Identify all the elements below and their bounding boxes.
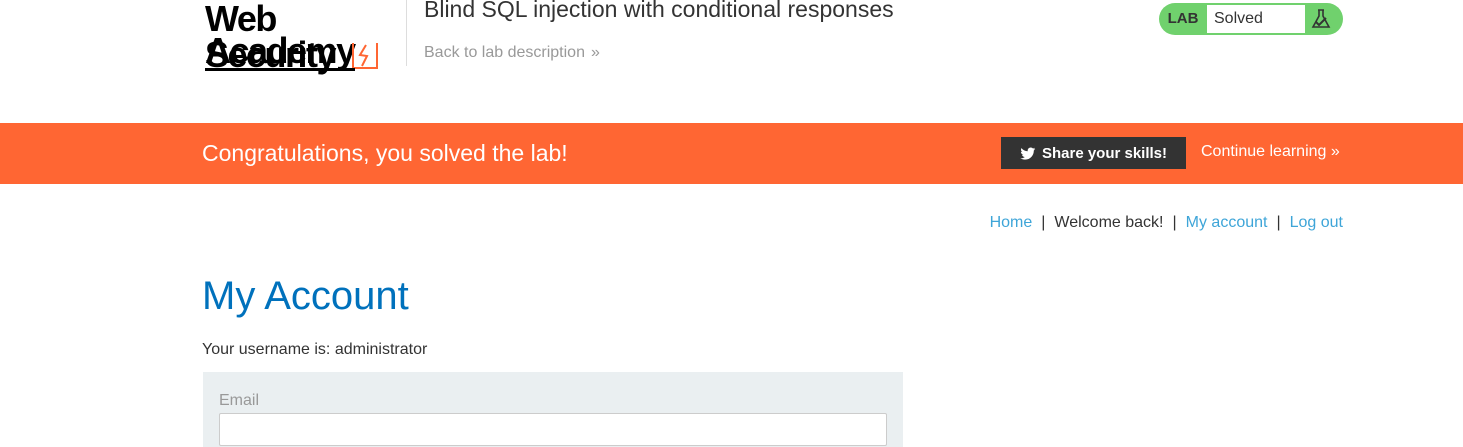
- username-line: Your username is: administrator: [202, 341, 428, 358]
- flask-icon: [1311, 9, 1331, 28]
- lab-status-widget: LAB Solved: [1159, 3, 1343, 35]
- logo-line-2: Academy: [205, 30, 356, 71]
- nav-log-out-link[interactable]: Log out: [1290, 214, 1343, 231]
- back-link-label: Back to lab description: [424, 44, 585, 61]
- double-chevron-right-icon: »: [590, 44, 600, 61]
- lab-status-text: Solved: [1207, 5, 1305, 33]
- share-skills-button[interactable]: Share your skills!: [1001, 137, 1186, 169]
- double-chevron-right-icon: »: [1326, 143, 1340, 160]
- email-input[interactable]: [219, 413, 887, 446]
- header-divider: [406, 0, 407, 66]
- page-title: My Account: [202, 274, 409, 318]
- lab-status-label: LAB: [1167, 10, 1199, 27]
- nav-home-link[interactable]: Home: [990, 214, 1033, 231]
- email-label: Email: [219, 392, 260, 409]
- nav-separator: |: [1172, 214, 1177, 231]
- header: Web Security Academy Blind SQL injection…: [0, 0, 1463, 123]
- back-to-lab-description-link[interactable]: Back to lab description »: [424, 44, 600, 62]
- continue-learning-link[interactable]: Continue learning »: [1201, 143, 1340, 161]
- solved-banner: Congratulations, you solved the lab! Sha…: [0, 123, 1463, 184]
- nav-separator: |: [1276, 214, 1281, 231]
- twitter-icon: [1020, 147, 1036, 160]
- web-security-academy-logo[interactable]: Web Security Academy: [205, 0, 405, 78]
- nav-separator: |: [1041, 214, 1046, 231]
- share-button-label: Share your skills!: [1041, 144, 1168, 162]
- lab-title: Blind SQL injection with conditional res…: [424, 0, 894, 22]
- nav-my-account-link[interactable]: My account: [1186, 214, 1268, 231]
- update-email-form: Email: [203, 372, 903, 447]
- account-nav: Home | Welcome back! | My account | Log out: [990, 214, 1343, 232]
- logo-underline: [205, 68, 355, 71]
- continue-learning-label: Continue learning: [1201, 143, 1327, 160]
- welcome-back-text: Welcome back!: [1054, 214, 1164, 231]
- logo-bolt-icon: [352, 43, 378, 69]
- congratulations-message: Congratulations, you solved the lab!: [202, 140, 568, 166]
